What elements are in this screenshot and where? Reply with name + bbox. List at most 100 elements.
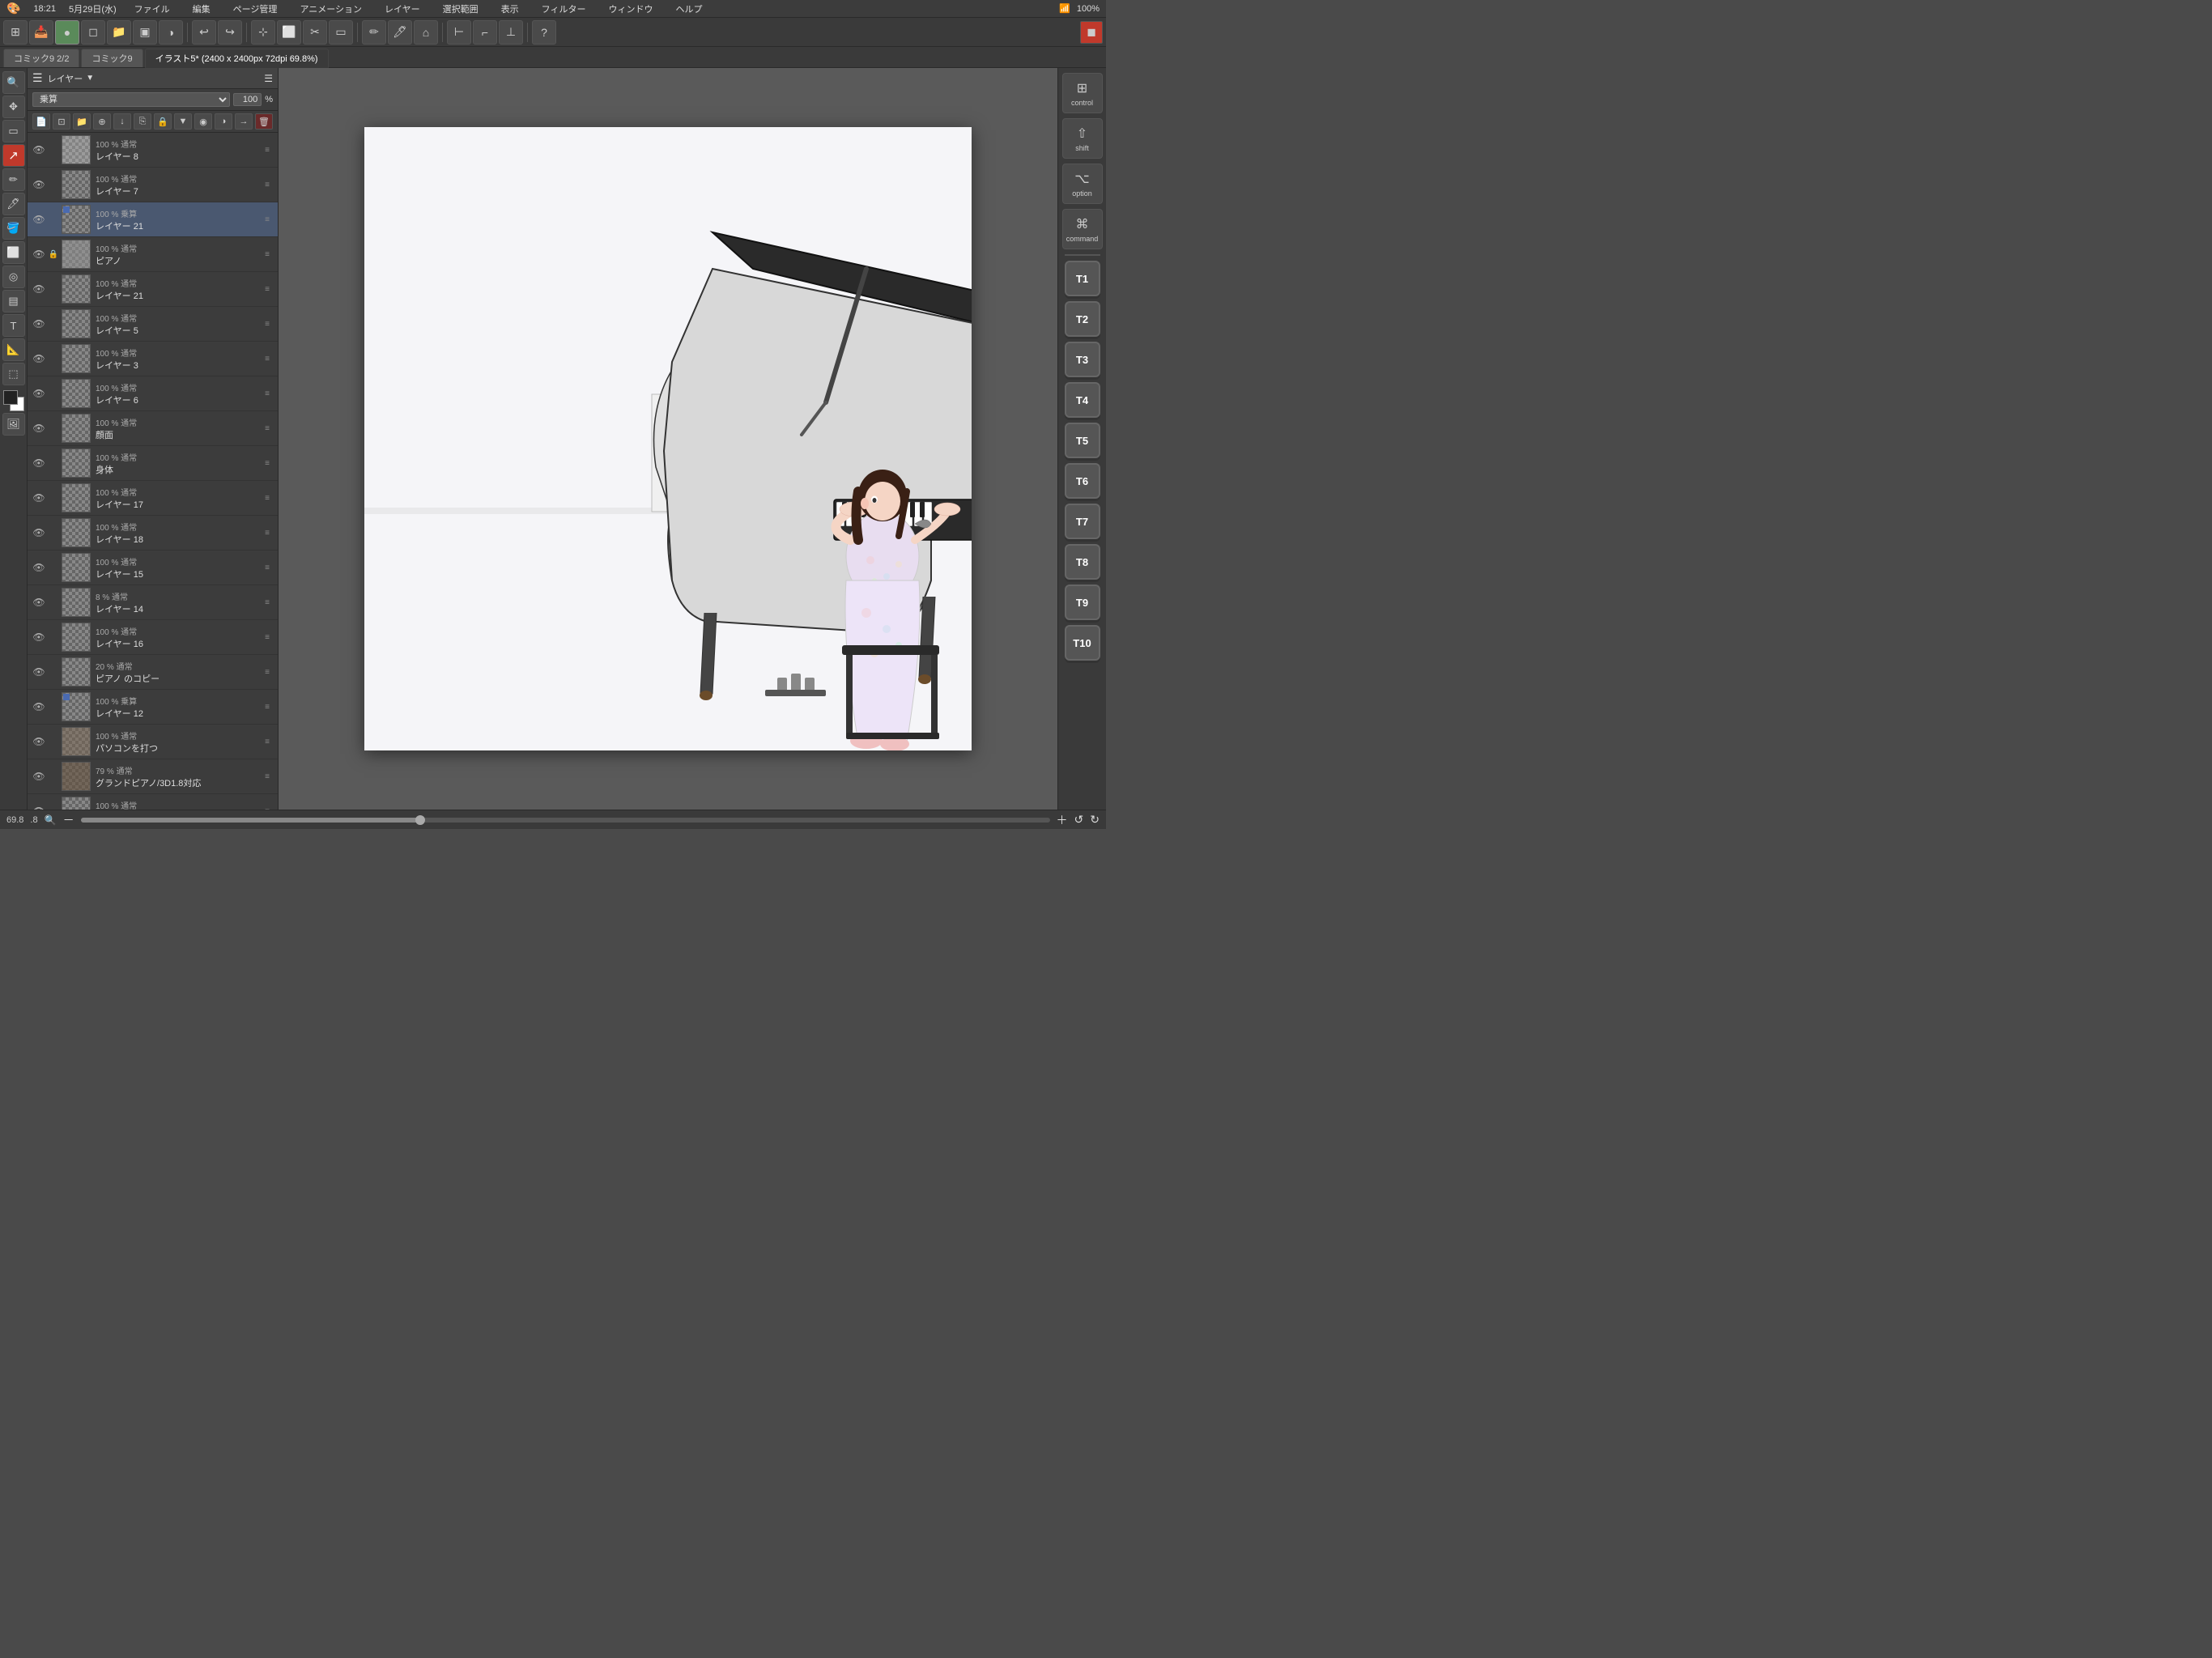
menu-animation[interactable]: アニメーション xyxy=(295,1,367,17)
menu-edit[interactable]: 編集 xyxy=(188,1,215,17)
layer-lock-toggle[interactable] xyxy=(48,353,59,364)
blur-tool[interactable]: ◎ xyxy=(2,266,25,288)
t2-key[interactable]: T2 xyxy=(1065,301,1100,337)
delete-layer-button[interactable]: 🗑 xyxy=(255,113,273,130)
layer-item[interactable]: 👁 8 % 通常 レイヤー 14 ≡ xyxy=(28,585,278,620)
pen-tool-button[interactable]: 🖊 xyxy=(388,20,412,45)
fill-button[interactable]: ▣ xyxy=(133,20,157,45)
import-button[interactable]: 📥 xyxy=(29,20,53,45)
layer-visibility-toggle[interactable]: 👁 xyxy=(32,213,45,226)
lock-button[interactable]: 🔒 xyxy=(154,113,172,130)
menu-file[interactable]: ファイル xyxy=(130,1,175,17)
layer-context-menu-button[interactable]: ≡ xyxy=(262,598,273,607)
layer-context-menu-button[interactable]: ≡ xyxy=(262,668,273,677)
layer-visibility-toggle[interactable]: 👁 xyxy=(32,283,45,295)
layer-context-menu-button[interactable]: ≡ xyxy=(262,703,273,712)
layer-item[interactable]: 👁 100 % 通常 レイヤー 7 ≡ xyxy=(28,168,278,202)
add-tone-button[interactable]: ◉ xyxy=(194,113,212,130)
layer-visibility-toggle[interactable]: 👁 xyxy=(32,352,45,365)
layer-item[interactable]: 👁 100 % 通常 レイヤー 16 ≡ xyxy=(28,620,278,655)
zoom-tool[interactable]: 🔍 xyxy=(2,71,25,94)
layer-lock-toggle[interactable]: 🔒 xyxy=(48,249,59,260)
layer-visibility-toggle[interactable]: 👁 xyxy=(32,631,45,644)
image-material-tool[interactable]: 🖼 xyxy=(2,413,25,436)
select-rect-button[interactable]: ▭ xyxy=(329,20,353,45)
grid-view-button[interactable]: ⊞ xyxy=(3,20,28,45)
canvas-area[interactable] xyxy=(279,68,1057,810)
frame-tool[interactable]: ⬚ xyxy=(2,363,25,385)
snap-button[interactable]: ⊢ xyxy=(447,20,471,45)
layer-item[interactable]: 👁 100 % 通常 レイヤー 4 ≡ xyxy=(28,794,278,810)
layer-visibility-toggle[interactable]: 👁 xyxy=(32,317,45,330)
copy-layer-button[interactable]: ⎘ xyxy=(134,113,151,130)
t3-key[interactable]: T3 xyxy=(1065,342,1100,377)
add-mask-button[interactable]: ⊕ xyxy=(93,113,111,130)
layer-visibility-toggle[interactable]: 👁 xyxy=(32,596,45,609)
layer-item[interactable]: 👁 100 % 通常 レイヤー 6 ≡ xyxy=(28,376,278,411)
layer-lock-toggle[interactable] xyxy=(48,214,59,225)
new-raster-layer-button[interactable]: 📄 xyxy=(32,113,50,130)
layer-context-menu-button[interactable]: ≡ xyxy=(262,633,273,642)
pen-tool[interactable]: 🖊 xyxy=(2,193,25,215)
layer-item-active[interactable]: 👁 100 % 乗算 レイヤー 21 ≡ xyxy=(28,202,278,237)
zoom-out-btn[interactable]: － xyxy=(63,812,74,828)
ruler-button[interactable]: ⌐ xyxy=(473,20,497,45)
t8-key[interactable]: T8 xyxy=(1065,544,1100,580)
layer-item[interactable]: 👁 20 % 通常 ピアノ のコピー ≡ xyxy=(28,655,278,690)
layer-context-menu-button[interactable]: ≡ xyxy=(262,181,273,189)
layer-lock-toggle[interactable] xyxy=(48,527,59,538)
t10-key[interactable]: T10 xyxy=(1065,625,1100,661)
layer-lock-toggle[interactable] xyxy=(48,318,59,329)
layer-lock-toggle[interactable] xyxy=(48,144,59,155)
transform-button[interactable]: ⊹ xyxy=(251,20,275,45)
foreground-color[interactable] xyxy=(3,390,18,405)
layer-visibility-toggle[interactable]: 👁 xyxy=(32,491,45,504)
layer-item[interactable]: 👁 100 % 通常 レイヤー 3 ≡ xyxy=(28,342,278,376)
brush-tool-button[interactable]: ● xyxy=(55,20,79,45)
pen-pressure-button[interactable]: ✏ xyxy=(362,20,386,45)
rotate-right-btn[interactable]: ↻ xyxy=(1090,813,1100,827)
layer-context-menu-button[interactable]: ≡ xyxy=(262,285,273,294)
folder-button[interactable]: 📁 xyxy=(107,20,131,45)
layer-lock-toggle[interactable] xyxy=(48,597,59,608)
eraser-button[interactable]: ◻ xyxy=(81,20,105,45)
layer-item[interactable]: 👁 100 % 通常 レイヤー 8 ≡ xyxy=(28,133,278,168)
layer-item[interactable]: 👁 🔒 100 % 通常 ピアノ ≡ xyxy=(28,237,278,272)
layer-lock-toggle[interactable] xyxy=(48,457,59,469)
merge-down-button[interactable]: ↓ xyxy=(113,113,131,130)
layer-lock-toggle[interactable] xyxy=(48,388,59,399)
layer-lock-toggle[interactable] xyxy=(48,562,59,573)
blend-mode-select[interactable]: 乗算 xyxy=(32,92,230,107)
active-tool[interactable]: ↗ xyxy=(2,144,25,167)
layer-visibility-toggle[interactable]: 👁 xyxy=(32,143,45,156)
layer-context-menu-button[interactable]: ≡ xyxy=(262,146,273,155)
layer-item[interactable]: 👁 100 % 通常 顔面 ≡ xyxy=(28,411,278,446)
layer-context-menu-button[interactable]: ≡ xyxy=(262,563,273,572)
redo-button[interactable]: ↪ xyxy=(218,20,242,45)
layer-context-menu-button[interactable]: ≡ xyxy=(262,389,273,398)
menu-help[interactable]: ヘルプ xyxy=(670,1,707,17)
lasso-button[interactable]: ⌂ xyxy=(414,20,438,45)
layer-lock-toggle[interactable] xyxy=(48,771,59,782)
tab-illust5[interactable]: イラスト5* (2400 x 2400px 72dpi 69.8%) xyxy=(145,49,329,68)
blend-button[interactable]: ◑ xyxy=(159,20,183,45)
opacity-input[interactable] xyxy=(233,93,262,106)
layer-visibility-toggle[interactable]: 👁 xyxy=(32,178,45,191)
layer-lock-toggle[interactable] xyxy=(48,283,59,295)
layer-context-menu-button[interactable]: ≡ xyxy=(262,215,273,224)
layer-visibility-toggle[interactable]: 👁 xyxy=(32,770,45,783)
menu-page[interactable]: ページ管理 xyxy=(228,1,283,17)
menu-view[interactable]: 表示 xyxy=(496,1,524,17)
t6-key[interactable]: T6 xyxy=(1065,463,1100,499)
invert-mask-button[interactable]: ◑ xyxy=(215,113,232,130)
layer-lock-toggle[interactable] xyxy=(48,492,59,504)
layer-lock-toggle[interactable] xyxy=(48,666,59,678)
t7-key[interactable]: T7 xyxy=(1065,504,1100,539)
layer-visibility-toggle[interactable]: 👁 xyxy=(32,387,45,400)
layer-context-menu-button[interactable]: ≡ xyxy=(262,355,273,363)
layer-item[interactable]: 👁 100 % 通常 レイヤー 17 ≡ xyxy=(28,481,278,516)
layer-context-menu-button[interactable]: ≡ xyxy=(262,772,273,781)
menu-filter[interactable]: フィルター xyxy=(537,1,591,17)
fill-tool[interactable]: 🪣 xyxy=(2,217,25,240)
undo-button[interactable]: ↩ xyxy=(192,20,216,45)
